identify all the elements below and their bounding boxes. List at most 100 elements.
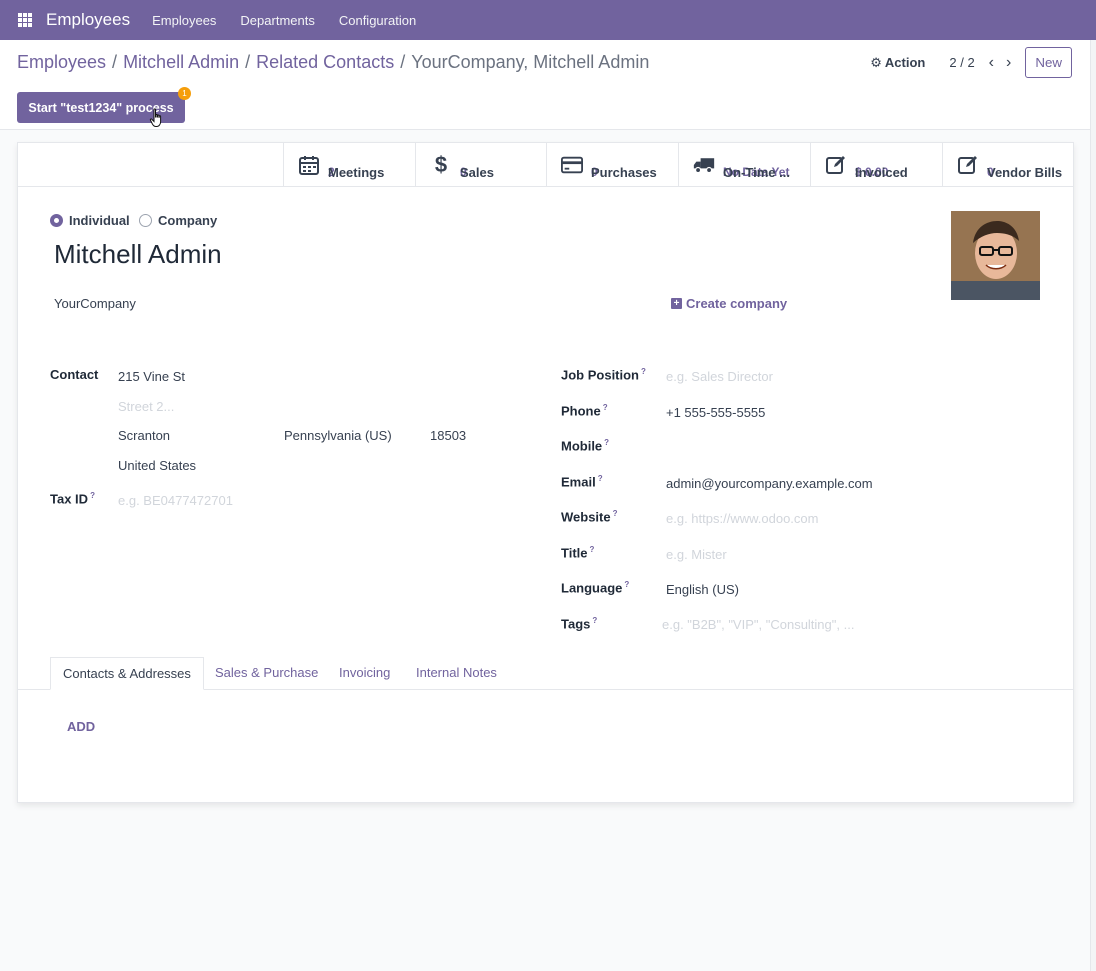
mobile-label-text: Mobile [561,438,603,454]
website-label-text: Website [561,509,611,525]
edit-icon [826,156,845,174]
plus-square-icon: + [671,298,682,309]
control-panel-right: ⚙ Action 2 / 2 ‹ › New [870,47,1090,78]
state-field[interactable]: Pennsylvania (US) [284,428,392,443]
phone-field[interactable]: +1 555-555-5555 [666,405,765,420]
mobile-label: Mobile? [561,438,609,453]
vendor-bills-smart-button[interactable]: 0 Vendor Bills [942,143,1073,187]
breadcrumb-related-contacts[interactable]: Related Contacts [256,52,394,72]
credit-card-icon [561,156,583,174]
meetings-label: Meetings [328,165,385,180]
help-icon[interactable]: ? [641,367,646,376]
website-field[interactable]: e.g. https://www.odoo.com [666,511,818,526]
tab-invoicing[interactable]: Invoicing [339,657,390,690]
breadcrumb-employees[interactable]: Employees [17,52,106,72]
city-field[interactable]: Scranton [118,428,170,443]
help-icon[interactable]: ? [90,491,95,500]
breadcrumb: Employees / Mitchell Admin / Related Contact… [17,52,649,73]
notification-badge: 1 [178,87,191,100]
street2-field[interactable]: Street 2... [118,399,174,414]
sales-smart-button[interactable]: $ 0 Sales [415,143,546,187]
title-label: Title? [561,545,594,560]
vendor-bills-label: Vendor Bills [987,165,1063,180]
action-button[interactable]: ⚙ Action [870,55,925,71]
breadcrumb-mitchell-admin[interactable]: Mitchell Admin [123,52,239,72]
create-company-button[interactable]: + Create company [671,296,787,311]
tax-id-field[interactable]: e.g. BE0477472701 [118,493,233,508]
help-icon[interactable]: ? [613,509,618,518]
breadcrumb-separator: / [400,52,406,72]
dollar-icon: $ [434,152,448,177]
breadcrumb-current: YourCompany, Mitchell Admin [411,52,650,72]
menu-employees[interactable]: Employees [152,13,216,28]
email-label-text: Email [561,474,596,490]
radio-individual[interactable]: Individual [50,213,130,228]
purchases-label: Purchases [591,165,657,180]
menu-configuration[interactable]: Configuration [339,13,416,28]
on-time-smart-button[interactable]: No Data Yet On-Time ... [678,143,810,187]
zip-field[interactable]: 18503 [430,428,466,443]
email-field[interactable]: admin@yourcompany.example.com [666,476,873,491]
parent-company-field[interactable]: YourCompany [54,296,136,311]
radio-individual-dot[interactable] [50,214,63,227]
breadcrumb-separator: / [112,52,118,72]
tab-internal-notes[interactable]: Internal Notes [416,657,497,690]
phone-label-text: Phone [561,403,601,419]
sales-label: Sales [460,165,494,180]
job-position-field[interactable]: e.g. Sales Director [666,369,773,384]
invoiced-label: Invoiced [855,165,908,180]
truck-icon [693,158,715,174]
tags-label: Tags? [561,616,597,631]
help-icon[interactable]: ? [624,580,629,589]
tab-sales-purchase[interactable]: Sales & Purchase [215,657,318,690]
contact-address-label: Contact [50,367,99,382]
edit-icon [958,156,977,174]
tax-id-label: Tax ID? [50,491,95,506]
help-icon[interactable]: ? [592,616,597,625]
avatar[interactable] [951,211,1040,300]
title-field[interactable]: e.g. Mister [666,547,727,562]
smart-button-bar: 2 Meetings $ 0 Sales 0 Purchases No Data Ye… [18,143,1073,187]
page-scrollbar[interactable] [1090,40,1096,971]
help-icon[interactable]: ? [590,545,595,554]
app-title[interactable]: Employees [46,10,130,30]
email-label: Email? [561,474,603,489]
notebook-tabs: Contacts & Addresses Sales & Purchase In… [17,657,1073,690]
title-label-text: Title [561,545,588,561]
language-label-text: Language [561,580,623,596]
tax-id-label-text: Tax ID [50,491,89,507]
purchases-smart-button[interactable]: 0 Purchases [546,143,678,187]
menu-departments[interactable]: Departments [240,13,314,28]
tab-contacts-addresses[interactable]: Contacts & Addresses [50,657,204,690]
on-time-label: On-Time ... [723,165,790,180]
chevron-right-icon[interactable]: › [1006,54,1011,72]
invoiced-smart-button[interactable]: $ 0.00 Invoiced [810,143,942,187]
country-field[interactable]: United States [118,458,196,473]
language-label: Language? [561,580,629,595]
create-company-label: Create company [686,296,788,311]
radio-company-label: Company [158,213,218,228]
chevron-left-icon[interactable]: ‹ [989,54,994,72]
new-button[interactable]: New [1025,47,1072,78]
language-field[interactable]: English (US) [666,582,739,597]
radio-company[interactable]: Company [139,213,217,228]
partner-name-field[interactable]: Mitchell Admin [54,239,222,270]
action-label: Action [884,55,926,70]
radio-company-dot[interactable] [139,214,152,227]
meetings-smart-button[interactable]: 2 Meetings [283,143,415,187]
add-contact-button[interactable]: ADD [67,719,95,734]
gear-icon: ⚙ [870,54,882,70]
website-label: Website? [561,509,618,524]
hand-cursor-icon [149,108,162,127]
tags-field[interactable]: e.g. "B2B", "VIP", "Consulting", ... [662,617,854,632]
calendar-icon [299,156,319,175]
help-icon[interactable]: ? [598,474,603,483]
app-grid-icon[interactable] [18,13,32,27]
job-position-label: Job Position? [561,367,646,382]
pager-value[interactable]: 2 / 2 [949,55,974,70]
radio-individual-label: Individual [69,213,130,228]
street-field[interactable]: 215 Vine St [118,369,185,384]
help-icon[interactable]: ? [603,403,608,412]
help-icon[interactable]: ? [604,438,609,447]
phone-label: Phone? [561,403,608,418]
